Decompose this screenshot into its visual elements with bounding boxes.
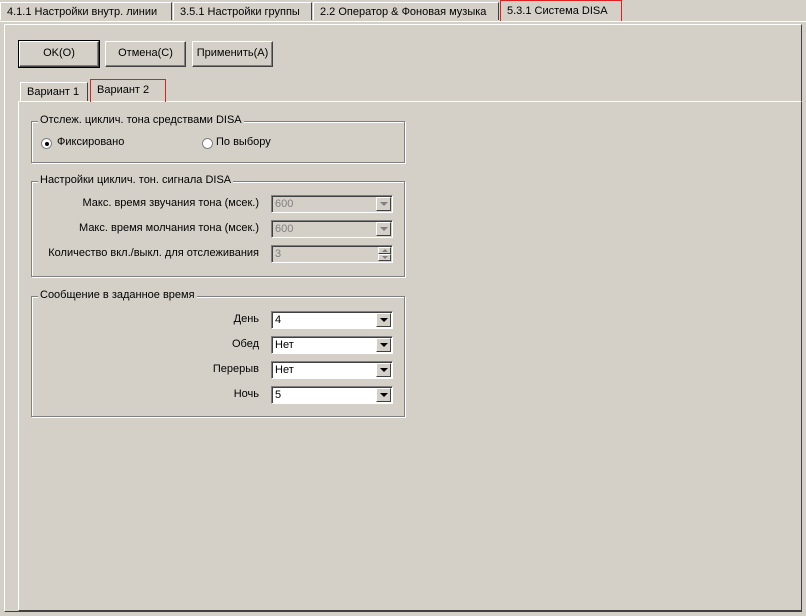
combo-value: 600 [275,198,294,210]
cancel-button[interactable]: Отмена(C) [105,41,186,67]
on-off-count-label: Количество вкл./выкл. для отслеживания [48,247,259,259]
chevron-down-icon[interactable] [376,388,391,402]
spin-down-icon[interactable] [378,254,391,261]
tab-label: 5.3.1 Система DISA [507,5,608,17]
fixed-radio[interactable] [41,138,52,149]
tab-label: 3.5.1 Настройки группы [180,6,300,18]
selectable-radio-label: По выбору [216,136,271,148]
fixed-radio-label: Фиксировано [57,136,125,148]
chevron-down-icon[interactable] [376,222,391,236]
tab-operator-background-music[interactable]: 2.2 Оператор & Фоновая музыка [313,2,499,20]
tab-label: Вариант 1 [27,86,80,98]
combo-value: 4 [275,314,282,326]
chevron-down-icon[interactable] [376,338,391,352]
tab-label: Вариант 2 [97,84,150,96]
group-title: Отслеж. циклич. тона средствами DISA [38,114,244,126]
tab-label: 4.1.1 Настройки внутр. линии [7,6,158,18]
tab-variant-2[interactable]: Вариант 2 [90,79,166,102]
max-silence-time-select[interactable]: 600 [271,220,393,238]
night-label: Ночь [233,388,259,400]
radio-dot [45,142,49,146]
day-label: День [233,313,259,325]
break-label: Перерыв [212,363,259,375]
tab-group-settings[interactable]: 3.5.1 Настройки группы [173,2,312,20]
combo-value: 5 [275,389,282,401]
group-title: Настройки циклич. тон. сигнала DISA [38,174,234,186]
tone-tracking-group: Отслеж. циклич. тона средствами DISA Фик… [31,114,405,163]
top-tab-strip: 4.1.1 Настройки внутр. линии 3.5.1 Настр… [0,0,806,22]
tab-variant-1[interactable]: Вариант 1 [20,82,88,101]
timed-message-group: Сообщение в заданное время День 4 Обед Н… [31,289,405,417]
chevron-down-icon[interactable] [376,363,391,377]
tab-label: 2.2 Оператор & Фоновая музыка [320,6,487,18]
day-select[interactable]: 4 [271,311,393,329]
on-off-count-stepper[interactable]: 3 [271,245,393,263]
combo-value: Нет [275,364,294,376]
tab-internal-line-settings[interactable]: 4.1.1 Настройки внутр. линии [0,2,172,20]
lunch-label: Обед [231,338,259,350]
ok-button[interactable]: OK(O) [18,40,100,68]
tab-strip-divider [0,21,806,22]
combo-value: Нет [275,339,294,351]
spin-up-icon[interactable] [378,247,391,254]
night-select[interactable]: 5 [271,386,393,404]
max-silence-time-label: Макс. время молчания тона (мсек.) [79,222,259,234]
max-tone-time-select[interactable]: 600 [271,195,393,213]
tab-disa-system[interactable]: 5.3.1 Система DISA [500,0,622,22]
spinner-buttons[interactable] [378,247,391,261]
lunch-select[interactable]: Нет [271,336,393,354]
break-select[interactable]: Нет [271,361,393,379]
max-tone-time-label: Макс. время звучания тона (мсек.) [82,197,260,209]
group-title: Сообщение в заданное время [38,289,197,301]
apply-button[interactable]: Применить(A) [192,41,273,67]
chevron-down-icon[interactable] [376,313,391,327]
chevron-down-icon[interactable] [376,197,391,211]
tone-settings-group: Настройки циклич. тон. сигнала DISA Макс… [31,174,405,277]
combo-value: 600 [275,223,294,235]
stepper-value: 3 [275,248,282,260]
selectable-radio[interactable] [202,138,213,149]
